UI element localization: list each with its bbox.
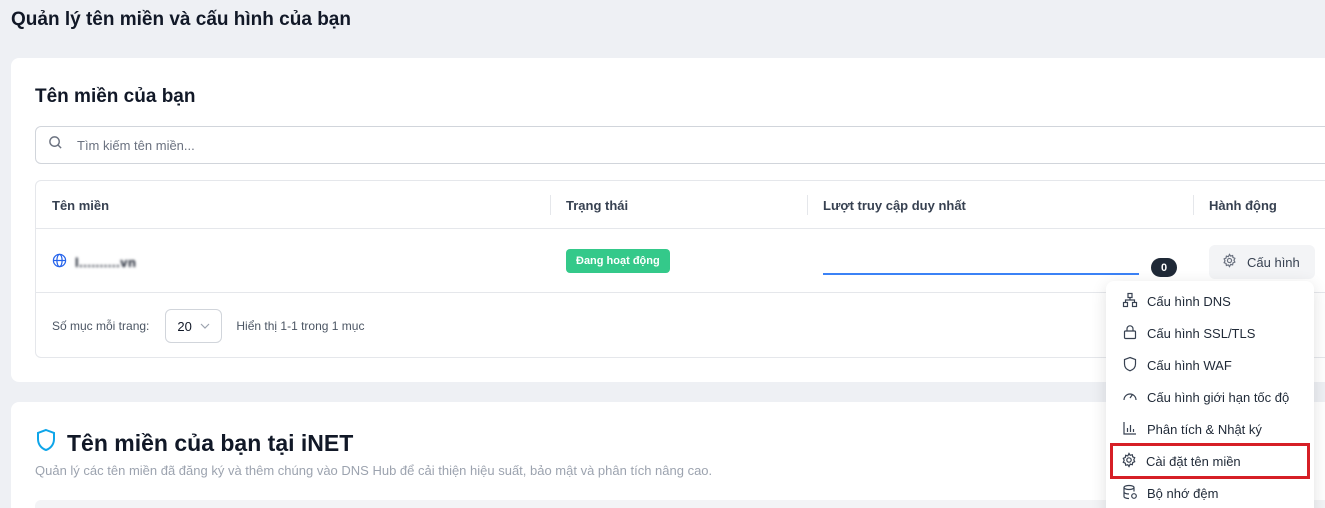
menu-item-waf[interactable]: Cấu hình WAF <box>1114 350 1306 380</box>
per-page-value: 20 <box>177 318 192 334</box>
pagination-info: Hiển thị 1-1 trong 1 mục <box>236 319 365 333</box>
database-icon <box>1122 484 1147 503</box>
pagination: Số mục mỗi trang: 20 Hiển thị 1-1 trong … <box>52 309 364 343</box>
menu-item-label: Bộ nhớ đệm <box>1147 485 1219 501</box>
globe-icon <box>52 253 75 271</box>
per-page-select[interactable]: 20 <box>165 309 223 343</box>
column-header-unique-visits: Lượt truy cập duy nhất <box>807 181 966 229</box>
inet-card-title-text: Tên miền của bạn tại iNET <box>67 429 354 456</box>
menu-item-domain-settings[interactable]: Cài đặt tên miền <box>1110 443 1310 479</box>
bar-chart-icon <box>1122 420 1147 439</box>
menu-item-label: Cài đặt tên miền <box>1146 453 1241 469</box>
chevron-down-icon <box>192 319 210 334</box>
domain-name[interactable]: l..........vn <box>75 255 136 270</box>
search-box[interactable] <box>35 126 1325 164</box>
inet-card-description: Quản lý các tên miền đã đăng ký và thêm … <box>35 463 713 478</box>
visits-count-badge: 0 <box>1151 258 1177 277</box>
menu-item-rate-limit[interactable]: Cấu hình giới hạn tốc độ <box>1114 382 1306 412</box>
config-dropdown-menu: Cấu hình DNS Cấu hình SSL/TLS Cấu hình W… <box>1106 281 1314 508</box>
page-title: Quản lý tên miền và cấu hình của bạn <box>11 9 351 30</box>
search-input[interactable] <box>77 137 477 153</box>
search-icon <box>48 135 63 155</box>
shield-icon <box>1122 356 1147 375</box>
visits-sparkline <box>823 273 1139 275</box>
column-header-status: Trạng thái <box>549 181 628 229</box>
inet-card-title: Tên miền của bạn tại iNET <box>35 428 353 458</box>
gauge-icon <box>1122 388 1147 407</box>
menu-item-label: Cấu hình WAF <box>1147 357 1232 373</box>
menu-item-cache[interactable]: Bộ nhớ đệm <box>1114 478 1306 508</box>
table-header: Tên miền Trạng thái Lượt truy cập duy nh… <box>36 181 1325 229</box>
menu-item-label: Phân tích & Nhật ký <box>1147 421 1262 437</box>
menu-item-label: Cấu hình giới hạn tốc độ <box>1147 389 1290 405</box>
column-header-domain: Tên miền <box>52 197 110 213</box>
domains-card-title: Tên miền của bạn <box>35 86 196 107</box>
menu-item-dns[interactable]: Cấu hình DNS <box>1114 286 1306 316</box>
shield-icon <box>35 428 67 458</box>
menu-item-label: Cấu hình DNS <box>1147 293 1231 309</box>
menu-item-ssl[interactable]: Cấu hình SSL/TLS <box>1114 318 1306 348</box>
lock-icon <box>1122 324 1147 343</box>
network-icon <box>1122 292 1147 311</box>
config-button[interactable]: Cấu hình <box>1209 245 1315 279</box>
menu-item-label: Cấu hình SSL/TLS <box>1147 325 1256 341</box>
gear-icon <box>1222 253 1247 271</box>
config-button-label: Cấu hình <box>1247 254 1300 270</box>
domain-cell[interactable]: l..........vn <box>52 253 136 271</box>
status-badge: Đang hoạt động <box>566 249 670 273</box>
gear-icon <box>1121 451 1146 471</box>
per-page-label: Số mục mỗi trang: <box>52 319 150 333</box>
column-header-actions: Hành động <box>1193 181 1277 229</box>
menu-item-analytics[interactable]: Phân tích & Nhật ký <box>1114 414 1306 444</box>
